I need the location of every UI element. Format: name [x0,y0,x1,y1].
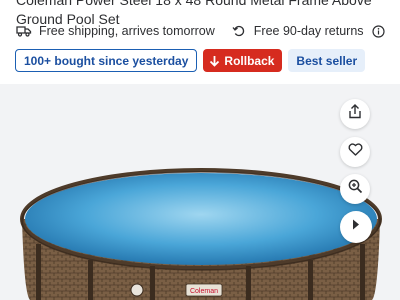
returns-text: Free 90-day returns [253,24,364,38]
chevron-right-icon [351,218,361,236]
product-title-line-1: Coleman Power Steel 18 x 48 Round Metal … [16,0,372,8]
badge-row: 100+ bought since yesterday Rollback Bes… [15,49,366,72]
share-icon [348,104,362,124]
share-button[interactable] [340,99,370,129]
delivery-info-row: Free shipping, arrives tomorrow Free 90-… [16,24,394,38]
pool-brand-text: Coleman [190,288,218,295]
bought-since-yesterday-badge: 100+ bought since yesterday [15,49,198,72]
info-icon[interactable] [371,24,387,38]
shipping-text: Free shipping, arrives tomorrow [39,24,215,38]
heart-icon [348,143,363,161]
return-icon [231,24,247,38]
arrow-down-icon [209,55,220,67]
zoom-button[interactable] [340,174,370,204]
rollback-badge: Rollback [203,49,283,72]
rollback-label: Rollback [224,53,275,68]
next-image-button[interactable] [340,211,372,243]
truck-icon [16,24,32,38]
favorite-button[interactable] [340,137,370,167]
zoom-in-icon [348,179,363,199]
best-seller-badge: Best seller [288,49,366,72]
